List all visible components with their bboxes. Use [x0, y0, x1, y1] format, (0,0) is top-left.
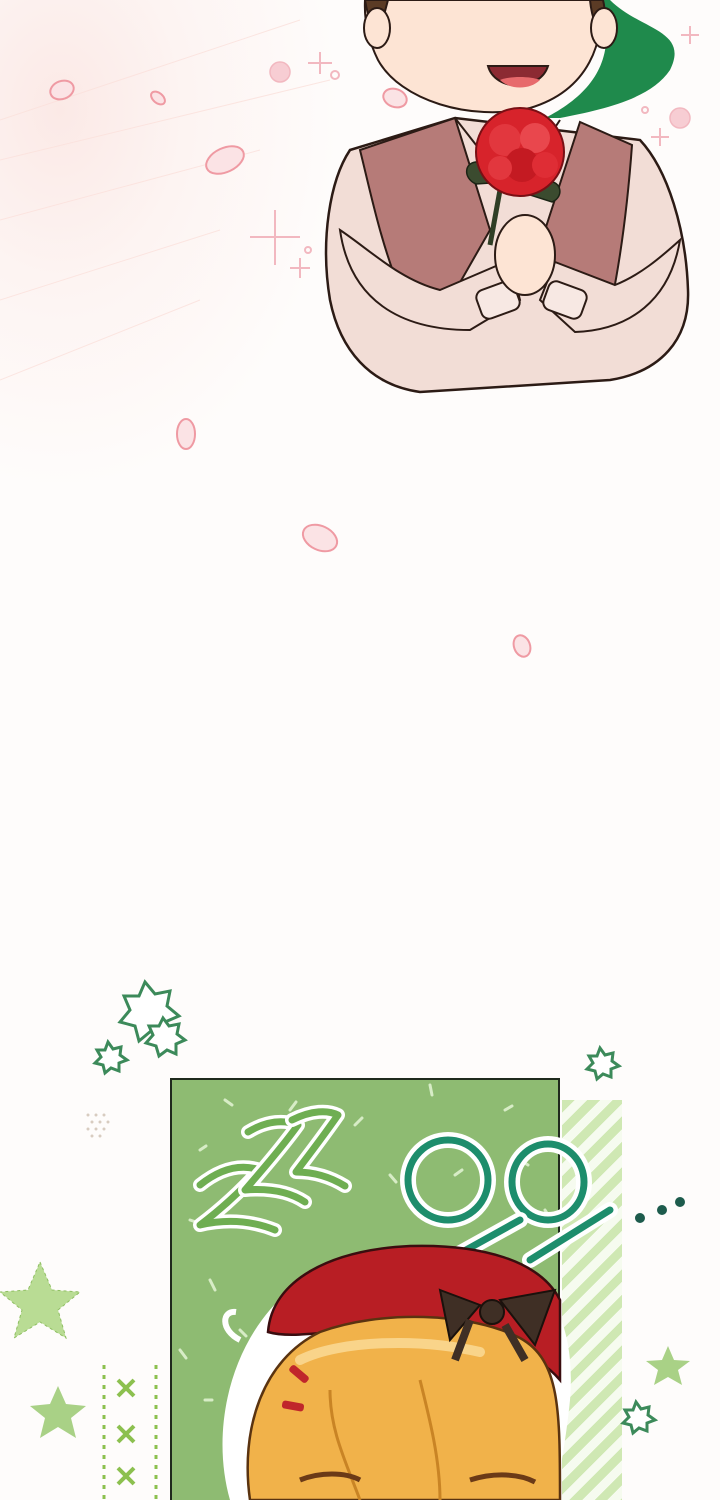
upper-panel-art	[0, 0, 699, 658]
ellipsis-dots	[635, 1197, 685, 1223]
dotted-star-icon	[30, 1386, 86, 1438]
zzz-sfx-icon	[193, 1104, 352, 1237]
boy-hands	[494, 214, 556, 296]
lower-panel-art	[0, 979, 690, 1500]
upper-comic-panel	[0, 0, 720, 720]
striped-star-icon	[0, 1260, 82, 1340]
girl-character	[222, 1244, 571, 1500]
lower-comic-panel	[0, 960, 720, 1500]
red-carnation	[475, 107, 565, 197]
dot-pattern	[86, 1113, 110, 1138]
small-star-icon	[646, 1346, 690, 1385]
x-pattern-icons	[116, 1378, 136, 1486]
